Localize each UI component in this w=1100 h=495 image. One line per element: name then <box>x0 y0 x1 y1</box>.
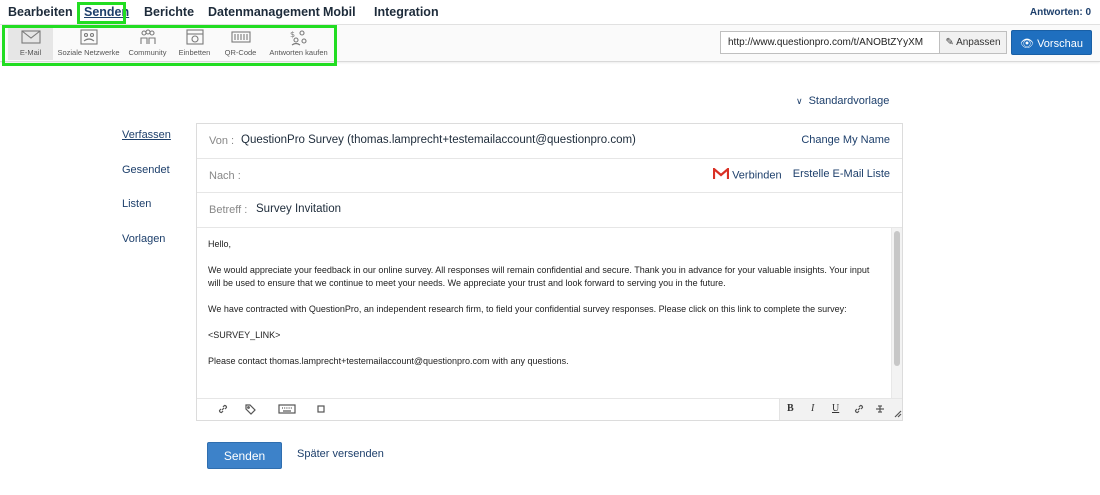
channel-qr-label: QR-Code <box>224 48 257 57</box>
channel-qr[interactable]: QR-Code <box>218 26 263 60</box>
editor-toolbar: B I U <box>197 398 902 420</box>
from-label: Von : <box>209 135 235 147</box>
nav-bearbeiten[interactable]: Bearbeiten <box>8 5 73 19</box>
envelope-icon <box>8 28 53 48</box>
gmail-icon <box>712 166 730 183</box>
change-name-link[interactable]: Change My Name <box>801 134 890 146</box>
body-paragraph: We would appreciate your feedback in our… <box>208 265 870 288</box>
channel-email-label: E-Mail <box>19 48 42 57</box>
body-paragraph: Please contact thomas.lamprecht+testemai… <box>208 356 569 366</box>
from-value: QuestionPro Survey (thomas.lamprecht+tes… <box>241 134 636 146</box>
nav-berichte[interactable]: Berichte <box>144 5 194 19</box>
keyboard-icon[interactable] <box>278 403 296 418</box>
tag-icon[interactable] <box>245 403 258 418</box>
nav-mobil[interactable]: Mobil <box>323 5 356 19</box>
email-body-editor[interactable]: Hello, We would appreciate your feedback… <box>197 228 891 398</box>
menu-gesendet[interactable]: Gesendet <box>122 164 170 176</box>
eye-icon: 👁 <box>1020 38 1035 50</box>
community-icon <box>124 28 171 48</box>
body-paragraph: <SURVEY_LINK> <box>208 330 281 340</box>
pencil-icon: ✎ <box>945 37 954 48</box>
strikethrough-icon[interactable] <box>874 403 886 418</box>
survey-url-field[interactable] <box>720 31 940 54</box>
template-dropdown[interactable]: ∨ Standardvorlage <box>796 95 889 107</box>
underline-button[interactable]: U <box>832 403 839 414</box>
hyperlink-icon[interactable] <box>853 403 865 418</box>
chevron-down-icon: ∨ <box>796 96 803 106</box>
send-button[interactable]: Senden <box>207 442 282 469</box>
menu-listen[interactable]: Listen <box>122 198 151 210</box>
channel-embed-label: Einbetten <box>178 48 211 57</box>
send-later-link[interactable]: Später versenden <box>297 448 384 460</box>
square-icon[interactable] <box>315 403 327 418</box>
nav-datenmanagement[interactable]: Datenmanagement <box>208 5 320 19</box>
social-network-icon <box>55 28 122 48</box>
subject-value[interactable]: Survey Invitation <box>256 203 341 215</box>
svg-text:$: $ <box>290 30 295 39</box>
nav-integration[interactable]: Integration <box>374 5 439 19</box>
italic-button[interactable]: I <box>811 403 814 414</box>
menu-verfassen[interactable]: Verfassen <box>122 129 171 141</box>
channel-social-label: Soziale Netzwerke <box>57 48 120 57</box>
create-email-list-link[interactable]: Erstelle E-Mail Liste <box>793 168 890 180</box>
from-row: Von : QuestionPro Survey (thomas.lamprec… <box>197 124 902 159</box>
channel-buy-responses[interactable]: $ Antworten kaufen <box>265 26 332 60</box>
channel-community-label: Community <box>128 48 167 57</box>
to-row[interactable]: Nach : Verbinden Erstelle E-Mail Liste <box>197 159 902 193</box>
editor-scrollbar[interactable] <box>891 228 902 398</box>
gmail-connect-button[interactable]: Verbinden <box>712 166 782 183</box>
subject-label: Betreff : <box>209 204 248 216</box>
menu-vorlagen[interactable]: Vorlagen <box>122 233 165 245</box>
resize-handle-icon[interactable] <box>894 410 902 421</box>
link-icon[interactable] <box>217 403 229 418</box>
scrollbar-thumb[interactable] <box>894 231 900 366</box>
channel-social[interactable]: Soziale Netzwerke <box>55 26 122 60</box>
channel-embed[interactable]: Einbetten <box>173 26 216 60</box>
connect-label: Verbinden <box>732 169 782 182</box>
channel-email[interactable]: E-Mail <box>8 26 53 60</box>
channel-community[interactable]: Community <box>124 26 171 60</box>
template-selected: Standardvorlage <box>808 95 890 107</box>
to-label: Nach : <box>209 170 241 182</box>
preview-label: Vorschau <box>1037 38 1083 50</box>
qr-code-icon <box>218 28 263 48</box>
nav-senden[interactable]: Senden <box>84 5 129 19</box>
subject-row[interactable]: Betreff : Survey Invitation <box>197 193 902 228</box>
embed-icon <box>173 28 216 48</box>
responses-counter: Antworten: 0 <box>1029 7 1091 18</box>
customize-button[interactable]: ✎ Anpassen <box>939 31 1007 54</box>
compose-card: Von : QuestionPro Survey (thomas.lamprec… <box>196 123 903 421</box>
format-toolbar: B I U <box>779 399 902 420</box>
buy-responses-icon: $ <box>265 28 332 48</box>
channel-buy-responses-label: Antworten kaufen <box>269 48 328 57</box>
bold-button[interactable]: B <box>787 403 794 414</box>
top-navigation: Bearbeiten Senden Berichte Datenmanageme… <box>0 0 1100 25</box>
preview-button[interactable]: 👁 Vorschau <box>1011 30 1092 55</box>
customize-label: Anpassen <box>956 37 1001 48</box>
body-paragraph: Hello, <box>208 239 232 249</box>
body-paragraph: We have contracted with QuestionPro, an … <box>208 304 847 314</box>
